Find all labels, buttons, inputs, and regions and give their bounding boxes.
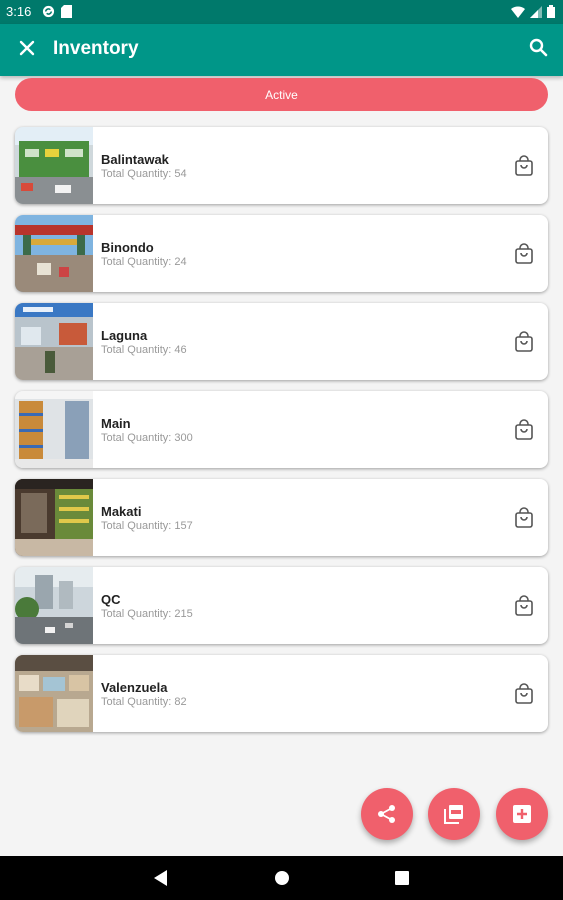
location-photo xyxy=(15,391,93,468)
location-photo xyxy=(15,655,93,732)
location-quantity: Total Quantity: 300 xyxy=(101,432,193,444)
export-pdf-button[interactable] xyxy=(428,788,480,840)
location-name: Binondo xyxy=(101,240,154,255)
signal-icon xyxy=(530,5,542,21)
location-card-main[interactable]: Main Total Quantity: 300 xyxy=(15,391,548,468)
search-icon xyxy=(529,38,548,62)
pdf-icon xyxy=(444,805,463,824)
system-nav-bar xyxy=(0,856,563,900)
location-name: Laguna xyxy=(101,328,148,343)
recents-square-icon xyxy=(395,871,409,885)
location-name: Balintawak xyxy=(101,152,169,167)
location-name: Main xyxy=(101,416,131,431)
nav-recents-button[interactable] xyxy=(380,856,424,900)
shopping-bag-icon[interactable] xyxy=(513,155,535,177)
nav-back-button[interactable] xyxy=(139,856,183,900)
status-bar: 3:16 xyxy=(0,0,563,24)
search-button[interactable] xyxy=(525,37,551,63)
location-quantity: Total Quantity: 54 xyxy=(101,168,187,180)
location-photo xyxy=(15,479,93,556)
home-circle-icon xyxy=(275,871,289,885)
location-card-binondo[interactable]: Binondo Total Quantity: 24 xyxy=(15,215,548,292)
shopping-bag-icon[interactable] xyxy=(513,507,535,529)
location-quantity: Total Quantity: 215 xyxy=(101,608,193,620)
location-card-laguna[interactable]: Laguna Total Quantity: 46 xyxy=(15,303,548,380)
active-filter-label: Active xyxy=(265,87,298,102)
location-card-valenzuela[interactable]: Valenzuela Total Quantity: 82 xyxy=(15,655,548,732)
add-location-button[interactable] xyxy=(496,788,548,840)
active-filter-button[interactable]: Active xyxy=(15,78,548,111)
sync-icon xyxy=(42,5,55,21)
close-icon xyxy=(19,40,35,61)
location-quantity: Total Quantity: 157 xyxy=(101,520,193,532)
location-quantity: Total Quantity: 24 xyxy=(101,256,187,268)
location-name: Makati xyxy=(101,504,142,519)
status-time: 3:16 xyxy=(6,4,32,19)
location-photo xyxy=(15,215,93,292)
location-card-qc[interactable]: QC Total Quantity: 215 xyxy=(15,567,548,644)
shopping-bag-icon[interactable] xyxy=(513,683,535,705)
location-photo xyxy=(15,567,93,644)
sd-card-icon xyxy=(61,5,72,21)
shopping-bag-icon[interactable] xyxy=(513,243,535,265)
location-name: QC xyxy=(101,592,121,607)
location-quantity: Total Quantity: 46 xyxy=(101,344,187,356)
location-card-makati[interactable]: Makati Total Quantity: 157 xyxy=(15,479,548,556)
location-photo xyxy=(15,127,93,204)
back-triangle-icon xyxy=(154,870,167,886)
location-photo xyxy=(15,303,93,380)
shopping-bag-icon[interactable] xyxy=(513,331,535,353)
shopping-bag-icon[interactable] xyxy=(513,595,535,617)
wifi-icon xyxy=(511,5,525,21)
close-button[interactable] xyxy=(14,37,40,63)
location-list: Balintawak Total Quantity: 54 Binondo To… xyxy=(15,127,548,743)
battery-icon xyxy=(547,5,555,21)
shopping-bag-icon[interactable] xyxy=(513,419,535,441)
location-quantity: Total Quantity: 82 xyxy=(101,696,187,708)
nav-home-button[interactable] xyxy=(260,856,304,900)
location-card-balintawak[interactable]: Balintawak Total Quantity: 54 xyxy=(15,127,548,204)
page-title: Inventory xyxy=(53,38,139,59)
app-bar: Inventory xyxy=(0,24,563,76)
share-icon xyxy=(378,805,395,823)
location-name: Valenzuela xyxy=(101,680,168,695)
share-button[interactable] xyxy=(361,788,413,840)
add-box-icon xyxy=(513,805,531,823)
